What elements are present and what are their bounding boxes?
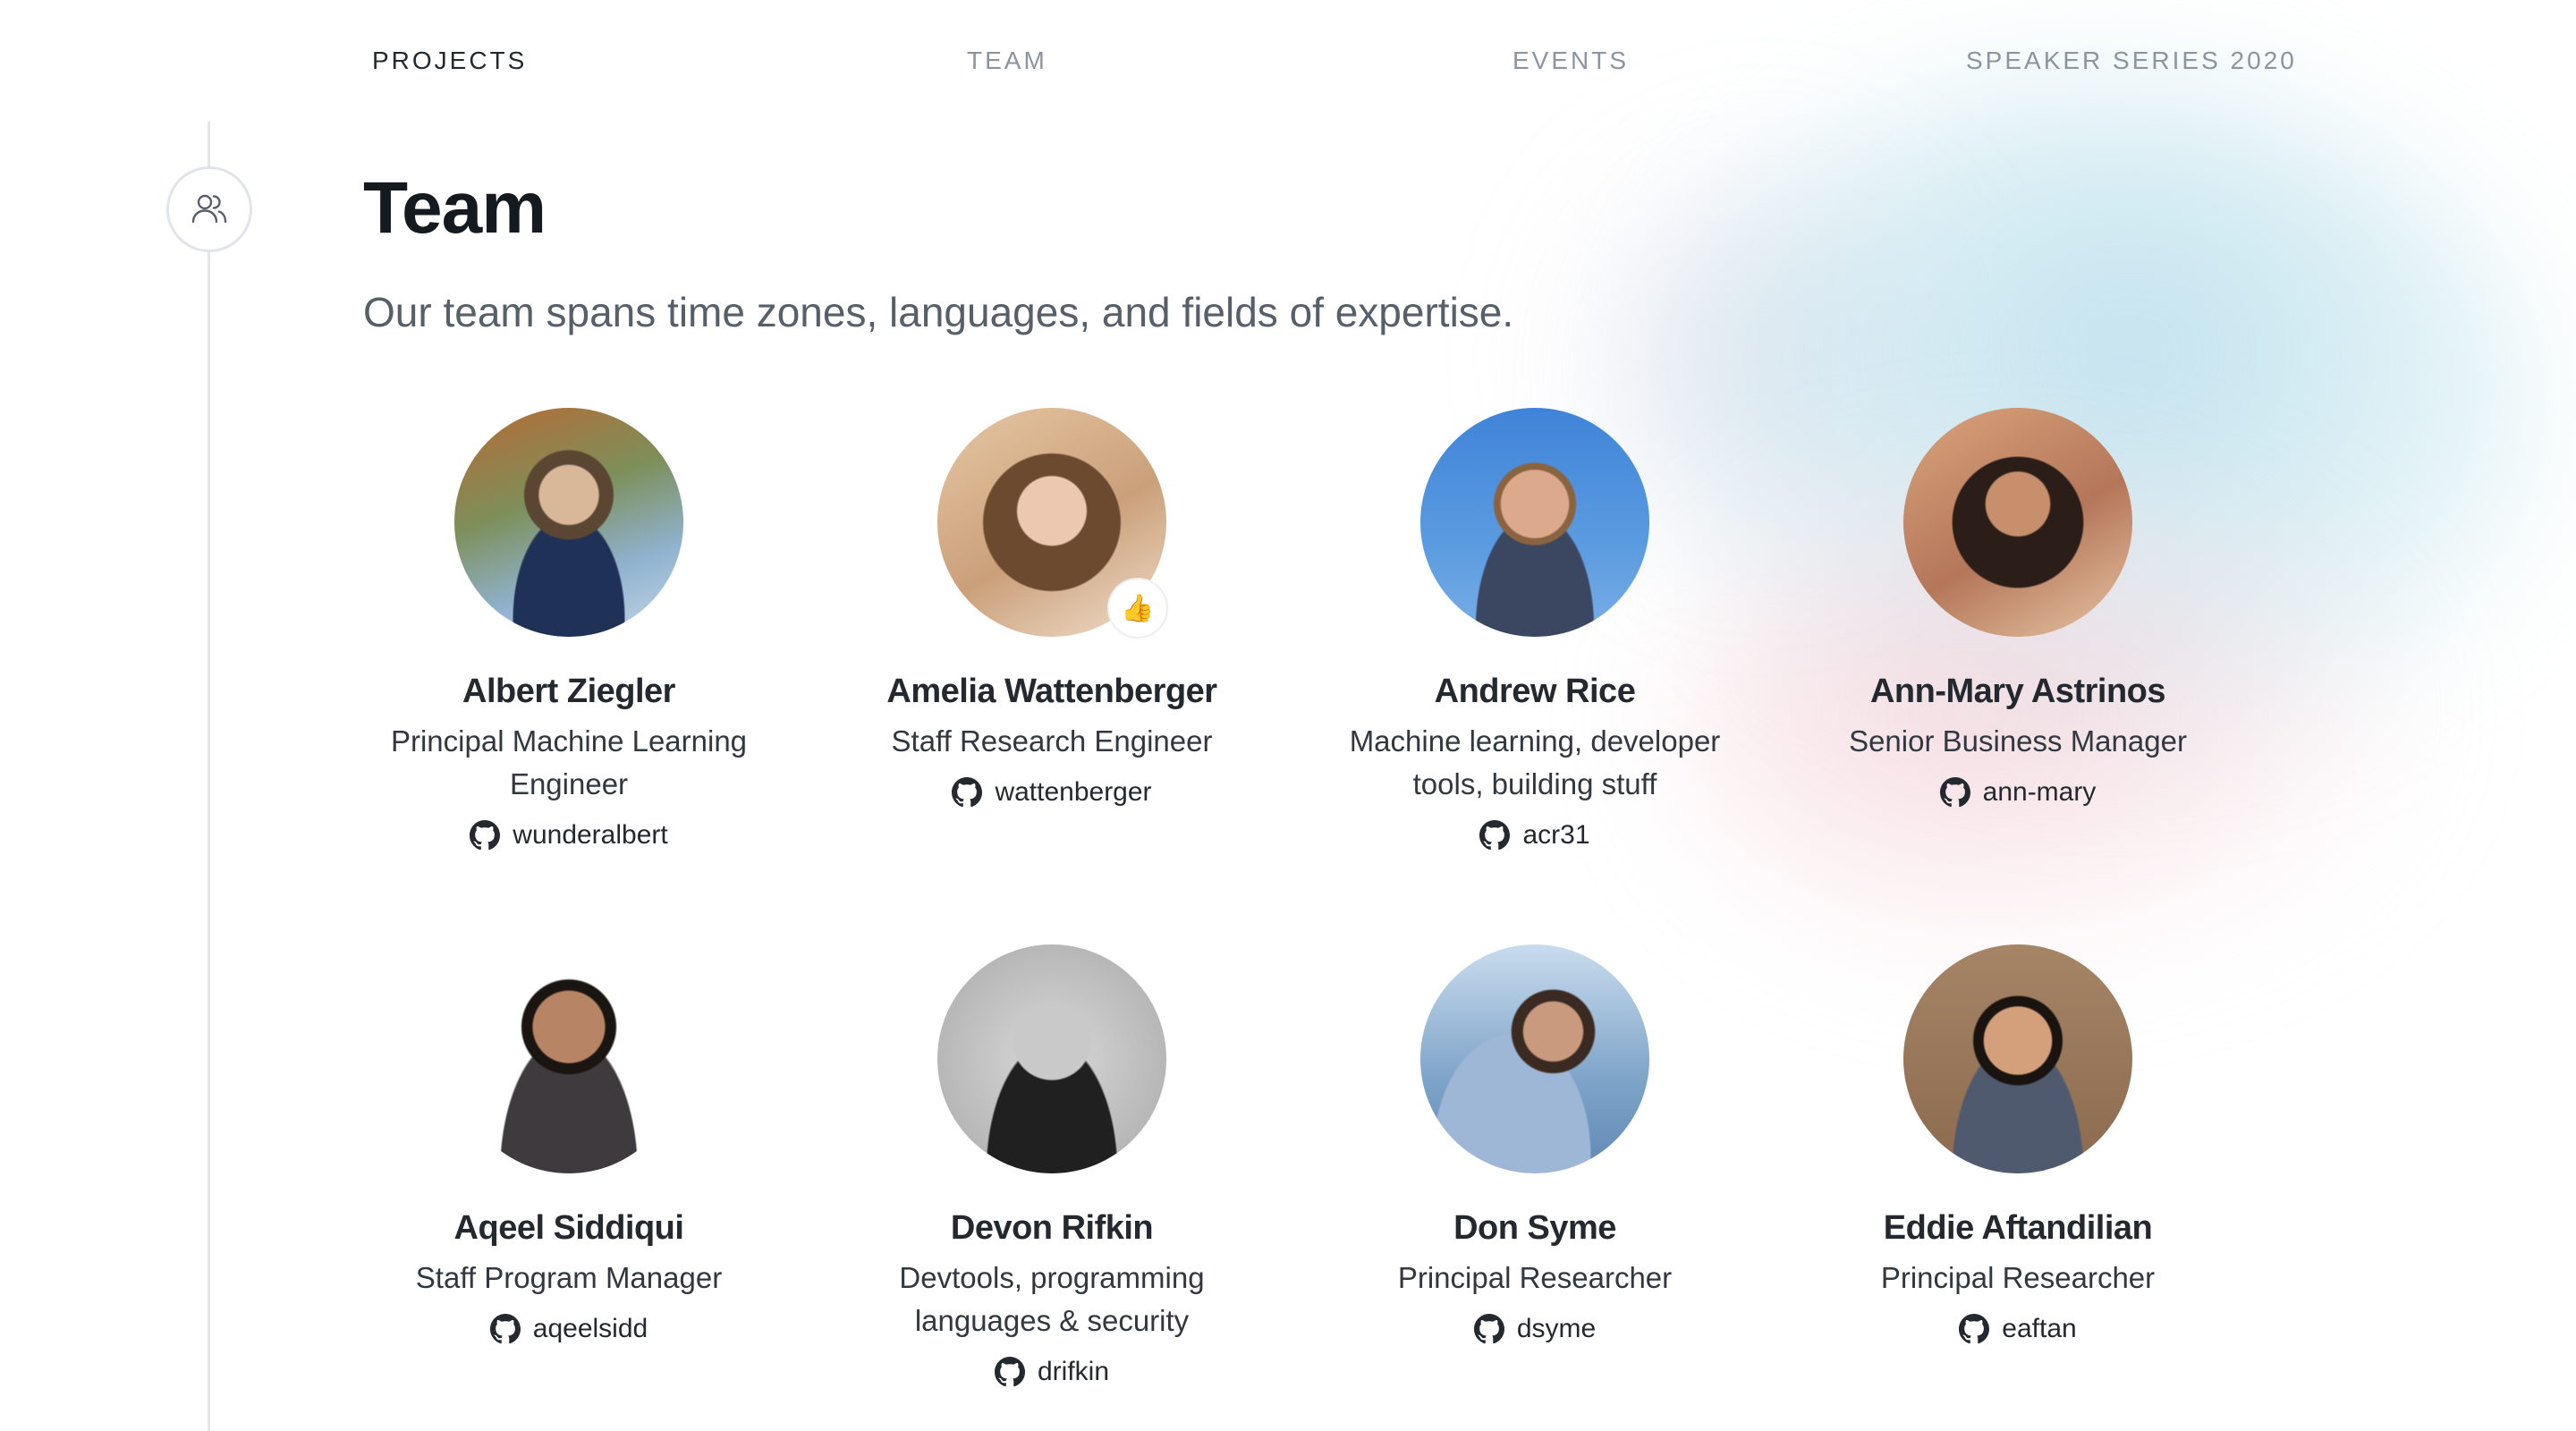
- github-link[interactable]: acr31: [1479, 820, 1590, 851]
- github-icon: [1959, 1314, 1990, 1344]
- github-link[interactable]: wunderalbert: [470, 820, 668, 851]
- github-username: ann-mary: [1982, 777, 2097, 807]
- team-member-card: Albert Ziegler Principal Machine Learnin…: [363, 408, 775, 855]
- member-role: Principal Researcher: [1397, 1261, 1673, 1294]
- github-username: dsyme: [1516, 1314, 1597, 1343]
- github-username: wunderalbert: [513, 820, 668, 850]
- member-role: Principal Machine Learning Engineer: [390, 724, 748, 800]
- github-username: aqeelsidd: [532, 1314, 648, 1343]
- github-icon: [1479, 820, 1511, 851]
- member-role: Principal Researcher: [1880, 1261, 2156, 1294]
- github-link[interactable]: dsyme: [1473, 1314, 1597, 1344]
- section-timeline-line: [208, 122, 210, 1431]
- member-name: Ann-Mary Astrinos: [1869, 673, 2166, 710]
- github-link[interactable]: eaftan: [1959, 1314, 2077, 1344]
- team-member-card: 👍 Amelia Wattenberger Staff Research Eng…: [846, 408, 1258, 812]
- github-username: drifkin: [1037, 1357, 1110, 1386]
- github-link[interactable]: drifkin: [994, 1357, 1110, 1387]
- member-role: Staff Program Manager: [415, 1261, 723, 1294]
- member-name: Andrew Rice: [1434, 673, 1636, 710]
- nav-speaker-series-2020[interactable]: SPEAKER SERIES 2020: [1966, 47, 2297, 75]
- member-name: Albert Ziegler: [462, 673, 675, 710]
- team-member-card: Aqeel Siddiqui Staff Program Manager aqe…: [363, 944, 775, 1349]
- nav-events[interactable]: EVENTS: [1513, 47, 1629, 75]
- github-username: wattenberger: [995, 777, 1152, 807]
- top-navigation: PROJECTS TEAM EVENTS SPEAKER SERIES 2020: [0, 0, 2576, 122]
- avatar: [1903, 408, 2132, 637]
- github-icon: [1939, 777, 1970, 808]
- github-icon: [1473, 1314, 1504, 1344]
- member-role: Devtools, programming languages & securi…: [899, 1261, 1205, 1337]
- github-link[interactable]: aqeelsidd: [489, 1314, 648, 1344]
- member-name: Devon Rifkin: [950, 1209, 1154, 1247]
- github-username: eaftan: [2002, 1314, 2077, 1343]
- github-icon: [489, 1314, 521, 1344]
- github-icon: [952, 777, 983, 808]
- member-role: Senior Business Manager: [1849, 724, 2187, 758]
- avatar: [454, 944, 683, 1173]
- nav-team[interactable]: TEAM: [967, 47, 1047, 75]
- github-link[interactable]: wattenberger: [952, 777, 1152, 808]
- avatar: [454, 408, 683, 637]
- status-badge: 👍: [1107, 578, 1168, 639]
- team-member-card: Eddie Aftandilian Principal Researcher e…: [1812, 944, 2224, 1349]
- avatar: 👍: [937, 408, 1168, 639]
- member-role: Staff Research Engineer: [891, 724, 1213, 758]
- github-icon: [470, 820, 501, 851]
- section-badge: [166, 166, 252, 252]
- team-member-card: Ann-Mary Astrinos Senior Business Manage…: [1812, 408, 2224, 812]
- github-icon: [994, 1357, 1025, 1387]
- member-role: Machine learning, developer tools, build…: [1349, 724, 1721, 800]
- people-icon: [191, 194, 227, 224]
- avatar: [937, 944, 1166, 1173]
- page-title: Team: [363, 167, 547, 249]
- avatar: [1420, 408, 1649, 637]
- github-username: acr31: [1522, 820, 1590, 850]
- member-name: Don Syme: [1453, 1209, 1616, 1247]
- member-name: Eddie Aftandilian: [1883, 1209, 2153, 1247]
- page-subtitle: Our team spans time zones, languages, an…: [363, 289, 1514, 335]
- nav-projects[interactable]: PROJECTS: [372, 47, 527, 75]
- avatar: [1420, 944, 1649, 1173]
- team-member-card: Andrew Rice Machine learning, developer …: [1329, 408, 1741, 855]
- team-member-card: Don Syme Principal Researcher dsyme: [1329, 944, 1741, 1349]
- github-link[interactable]: ann-mary: [1939, 777, 2097, 808]
- member-name: Aqeel Siddiqui: [453, 1209, 684, 1247]
- team-member-card: Devon Rifkin Devtools, programming langu…: [846, 944, 1258, 1392]
- avatar: [1903, 944, 2132, 1173]
- member-name: Amelia Wattenberger: [886, 673, 1217, 710]
